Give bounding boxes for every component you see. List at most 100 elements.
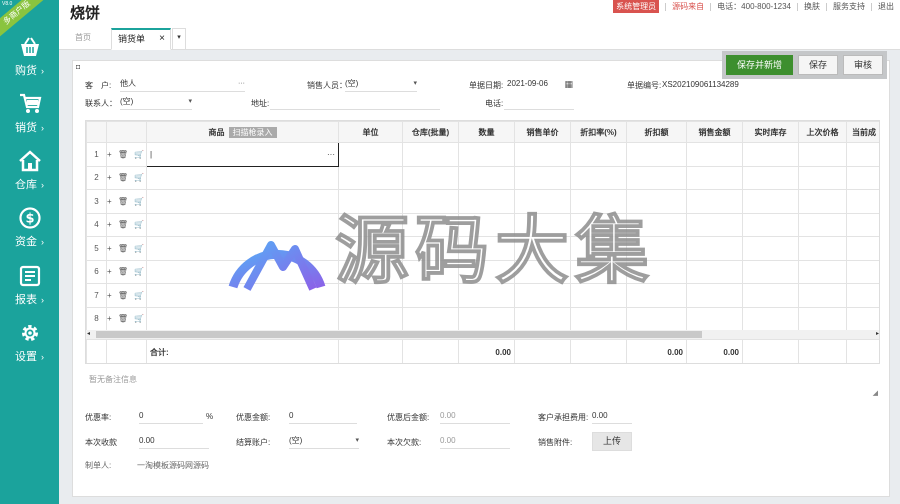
grid-cell[interactable] [570, 236, 627, 261]
grid-cell[interactable] [514, 189, 571, 214]
grid-cell[interactable] [338, 236, 403, 261]
audit-button[interactable]: 审核 [842, 55, 883, 75]
more-icon[interactable]: ··· [238, 78, 245, 90]
discount-amount-input[interactable]: 0 [289, 410, 357, 424]
grid-cell[interactable] [686, 306, 743, 331]
grid-cell[interactable] [626, 189, 687, 214]
grid-cell[interactable] [570, 259, 627, 284]
grid-cell[interactable] [402, 306, 459, 331]
grid-cell[interactable] [846, 283, 879, 308]
grid-cell[interactable] [798, 259, 847, 284]
more-icon[interactable]: ··· [327, 150, 335, 159]
salesperson-select[interactable]: (空) ▾ [345, 78, 417, 92]
grid-cell[interactable] [570, 306, 627, 331]
grid-cell[interactable] [798, 283, 847, 308]
nav-item-settings[interactable]: 设置 › [0, 322, 59, 372]
account-select[interactable]: (空) ▾ [289, 435, 359, 449]
grid-cell[interactable] [146, 165, 339, 190]
grid-cell[interactable] [742, 189, 799, 214]
grid-cell[interactable] [742, 142, 799, 167]
grid-cell[interactable] [458, 259, 515, 284]
grid-cell[interactable] [846, 236, 879, 261]
contact-select[interactable]: (空) ▾ [120, 96, 192, 110]
grid-cell[interactable] [742, 283, 799, 308]
grid-cell[interactable] [514, 283, 571, 308]
grid-cell[interactable] [338, 212, 403, 237]
scroll-left-icon[interactable]: ◂ [87, 330, 90, 339]
grid-cell[interactable] [458, 306, 515, 331]
grid-cell[interactable] [338, 189, 403, 214]
grid-cell[interactable] [686, 189, 743, 214]
tab-more-dropdown[interactable]: ▾ [172, 28, 186, 50]
row-actions[interactable]: + 🗑 🛒 [106, 236, 147, 261]
row-actions[interactable]: + 🗑 🛒 [106, 306, 147, 331]
logout-link[interactable]: 退出 [878, 1, 894, 12]
nav-item-funds[interactable]: $ 资金 › [0, 207, 59, 257]
resize-grip-icon[interactable]: ◢ [873, 389, 878, 397]
grid-cell[interactable] [798, 189, 847, 214]
scan-entry-button[interactable]: 扫描枪录入 [228, 126, 277, 138]
grid-cell[interactable] [402, 236, 459, 261]
grid-cell[interactable] [458, 236, 515, 261]
grid-cell[interactable] [686, 212, 743, 237]
grid-cell[interactable] [798, 142, 847, 167]
collapse-icon[interactable]: ◘ [76, 64, 80, 71]
grid-cell[interactable] [514, 142, 571, 167]
grid-cell[interactable] [458, 212, 515, 237]
grid-cell[interactable] [798, 165, 847, 190]
grid-cell[interactable] [514, 259, 571, 284]
save-button[interactable]: 保存 [797, 55, 838, 75]
grid-cell[interactable] [742, 236, 799, 261]
grid-cell[interactable] [146, 212, 339, 237]
grid-cell[interactable] [514, 165, 571, 190]
grid-cell[interactable] [514, 236, 571, 261]
source-link[interactable]: 源码来自 [672, 1, 704, 12]
row-actions[interactable]: + 🗑 🛒 [106, 189, 147, 214]
scrollbar-thumb[interactable] [96, 331, 702, 338]
grid-cell[interactable] [626, 306, 687, 331]
save-and-new-button[interactable]: 保存并新增 [725, 55, 793, 75]
customer-fee-input[interactable]: 0.00 [592, 410, 632, 424]
grid-cell[interactable] [402, 259, 459, 284]
grid-cell[interactable] [798, 212, 847, 237]
admin-badge[interactable]: 系统管理员 [613, 0, 660, 13]
grid-cell[interactable] [402, 165, 459, 190]
grid-cell[interactable] [686, 259, 743, 284]
grid-cell[interactable] [626, 142, 687, 167]
grid-cell[interactable] [146, 283, 339, 308]
grid-cell[interactable] [742, 259, 799, 284]
grid-cell[interactable] [402, 142, 459, 167]
product-input[interactable]: | ··· [146, 142, 339, 167]
grid-cell[interactable] [626, 212, 687, 237]
grid-cell[interactable] [742, 165, 799, 190]
discount-rate-input[interactable]: 0 [139, 410, 203, 424]
grid-cell[interactable] [570, 189, 627, 214]
received-input[interactable]: 0.00 [139, 435, 209, 449]
row-actions[interactable]: + 🗑 🛒 [106, 212, 147, 237]
nav-item-sales[interactable]: 销货 › [0, 93, 59, 143]
grid-cell[interactable] [686, 165, 743, 190]
grid-cell[interactable] [686, 236, 743, 261]
row-actions[interactable]: + 🗑 🛒 [106, 259, 147, 284]
grid-cell[interactable] [338, 306, 403, 331]
grid-cell[interactable] [338, 142, 403, 167]
remark-textarea[interactable]: 暂无备注信息 ◢ [85, 367, 880, 399]
grid-cell[interactable] [458, 283, 515, 308]
grid-cell[interactable] [742, 212, 799, 237]
grid-cell[interactable] [846, 212, 879, 237]
horizontal-scrollbar[interactable]: ◂ ▸ [86, 330, 879, 339]
grid-cell[interactable] [458, 142, 515, 167]
upload-button[interactable]: 上传 [592, 432, 633, 451]
nav-item-reports[interactable]: 报表 › [0, 265, 59, 315]
grid-cell[interactable] [146, 189, 339, 214]
nav-item-purchase[interactable]: 购货 › [0, 36, 59, 86]
customer-field[interactable]: 他人 ··· [120, 78, 245, 92]
grid-cell[interactable] [798, 306, 847, 331]
grid-cell[interactable] [742, 306, 799, 331]
grid-cell[interactable] [338, 283, 403, 308]
grid-cell[interactable] [338, 259, 403, 284]
grid-cell[interactable] [514, 306, 571, 331]
address-field[interactable] [270, 96, 440, 110]
grid-cell[interactable] [570, 165, 627, 190]
tab-sales-order[interactable]: 销货单 × [111, 28, 171, 50]
